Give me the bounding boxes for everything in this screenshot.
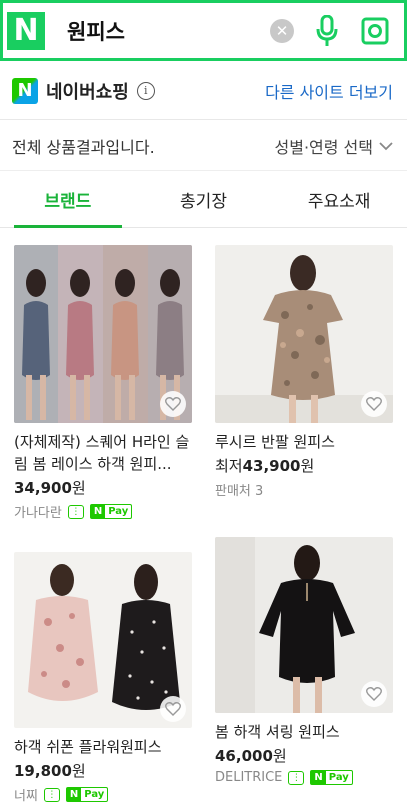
result-summary: 전체 상품결과입니다. xyxy=(12,137,155,157)
tab-length[interactable]: 총기장 xyxy=(136,172,272,227)
shopping-title: 네이버쇼핑 xyxy=(46,81,129,103)
product-title[interactable]: 봄 하객 셔링 원피스 xyxy=(215,721,395,743)
info-icon[interactable]: i xyxy=(136,81,155,100)
product-image[interactable] xyxy=(215,245,393,423)
more-sites-link[interactable]: 다른 사이트 더보기 xyxy=(265,79,393,103)
wishlist-heart-icon[interactable] xyxy=(160,696,186,722)
product-image[interactable] xyxy=(14,245,192,423)
chevron-down-icon xyxy=(379,141,393,150)
seller-count[interactable]: 판매처 3 xyxy=(215,480,263,499)
seller-row: 판매처 3 xyxy=(215,480,395,499)
gender-age-select-label: 성별·연령 선택 xyxy=(274,137,374,157)
product-card[interactable]: 하객 쉬폰 플라워원피스 19,800원 너찌 ⋮ N Pay xyxy=(14,552,194,804)
gender-age-select[interactable]: 성별·연령 선택 xyxy=(275,134,394,158)
seller-row: DELITRICE ⋮ N Pay xyxy=(215,770,395,785)
product-image[interactable] xyxy=(14,552,192,728)
npay-badge: N Pay xyxy=(310,770,353,785)
product-price: 최저43,900원 xyxy=(215,457,315,475)
product-card[interactable]: (자체제작) 스퀘어 H라인 슬림 봄 레이스 하객 원피... 34,900원… xyxy=(14,245,194,521)
wishlist-heart-icon[interactable] xyxy=(361,391,387,417)
lens-search-icon[interactable] xyxy=(360,16,390,46)
talk-icon[interactable]: ⋮ xyxy=(288,770,305,785)
product-price: 19,800원 xyxy=(14,762,86,780)
product-card[interactable]: 봄 하객 셔링 원피스 46,000원 DELITRICE ⋮ N Pay xyxy=(215,537,395,785)
product-card[interactable]: 루시르 반팔 원피스 최저43,900원 판매처 3 xyxy=(215,245,395,499)
naver-shopping-logo: N xyxy=(12,77,38,104)
npay-badge: N Pay xyxy=(89,504,133,519)
product-title[interactable]: 하객 쉬폰 플라워원피스 xyxy=(14,736,194,758)
naver-logo[interactable]: N xyxy=(7,11,45,50)
clear-icon[interactable]: ✕ xyxy=(270,18,294,43)
seller-name[interactable]: 가나다란 xyxy=(14,502,62,521)
npay-badge: N Pay xyxy=(65,787,109,802)
product-price: 34,900원 xyxy=(14,479,86,497)
shopping-header: N 네이버쇼핑 i 다른 사이트 더보기 xyxy=(0,62,407,120)
wishlist-heart-icon[interactable] xyxy=(160,391,186,417)
talk-icon[interactable]: ⋮ xyxy=(43,787,60,802)
seller-row: 너찌 ⋮ N Pay xyxy=(14,785,194,804)
seller-row: 가나다란 ⋮ N Pay xyxy=(14,502,194,521)
product-image[interactable] xyxy=(215,537,393,713)
microphone-icon[interactable] xyxy=(312,14,342,48)
filter-bar: 전체 상품결과입니다. 성별·연령 선택 xyxy=(0,121,407,171)
tab-material[interactable]: 주요소재 xyxy=(271,172,407,227)
seller-name[interactable]: DELITRICE xyxy=(215,770,282,785)
product-title[interactable]: (자체제작) 스퀘어 H라인 슬림 봄 레이스 하객 원피... xyxy=(14,431,194,475)
tab-brand[interactable]: 브랜드 xyxy=(0,172,136,228)
search-input[interactable]: 원피스 xyxy=(67,16,270,46)
search-bar: N 원피스 ✕ xyxy=(0,0,407,61)
seller-name[interactable]: 너찌 xyxy=(14,785,38,804)
product-price: 46,000원 xyxy=(215,747,287,765)
wishlist-heart-icon[interactable] xyxy=(361,681,387,707)
product-title[interactable]: 루시르 반팔 원피스 xyxy=(215,431,395,453)
talk-icon[interactable]: ⋮ xyxy=(67,504,84,519)
category-tabs: 브랜드 총기장 주요소재 xyxy=(0,172,407,228)
